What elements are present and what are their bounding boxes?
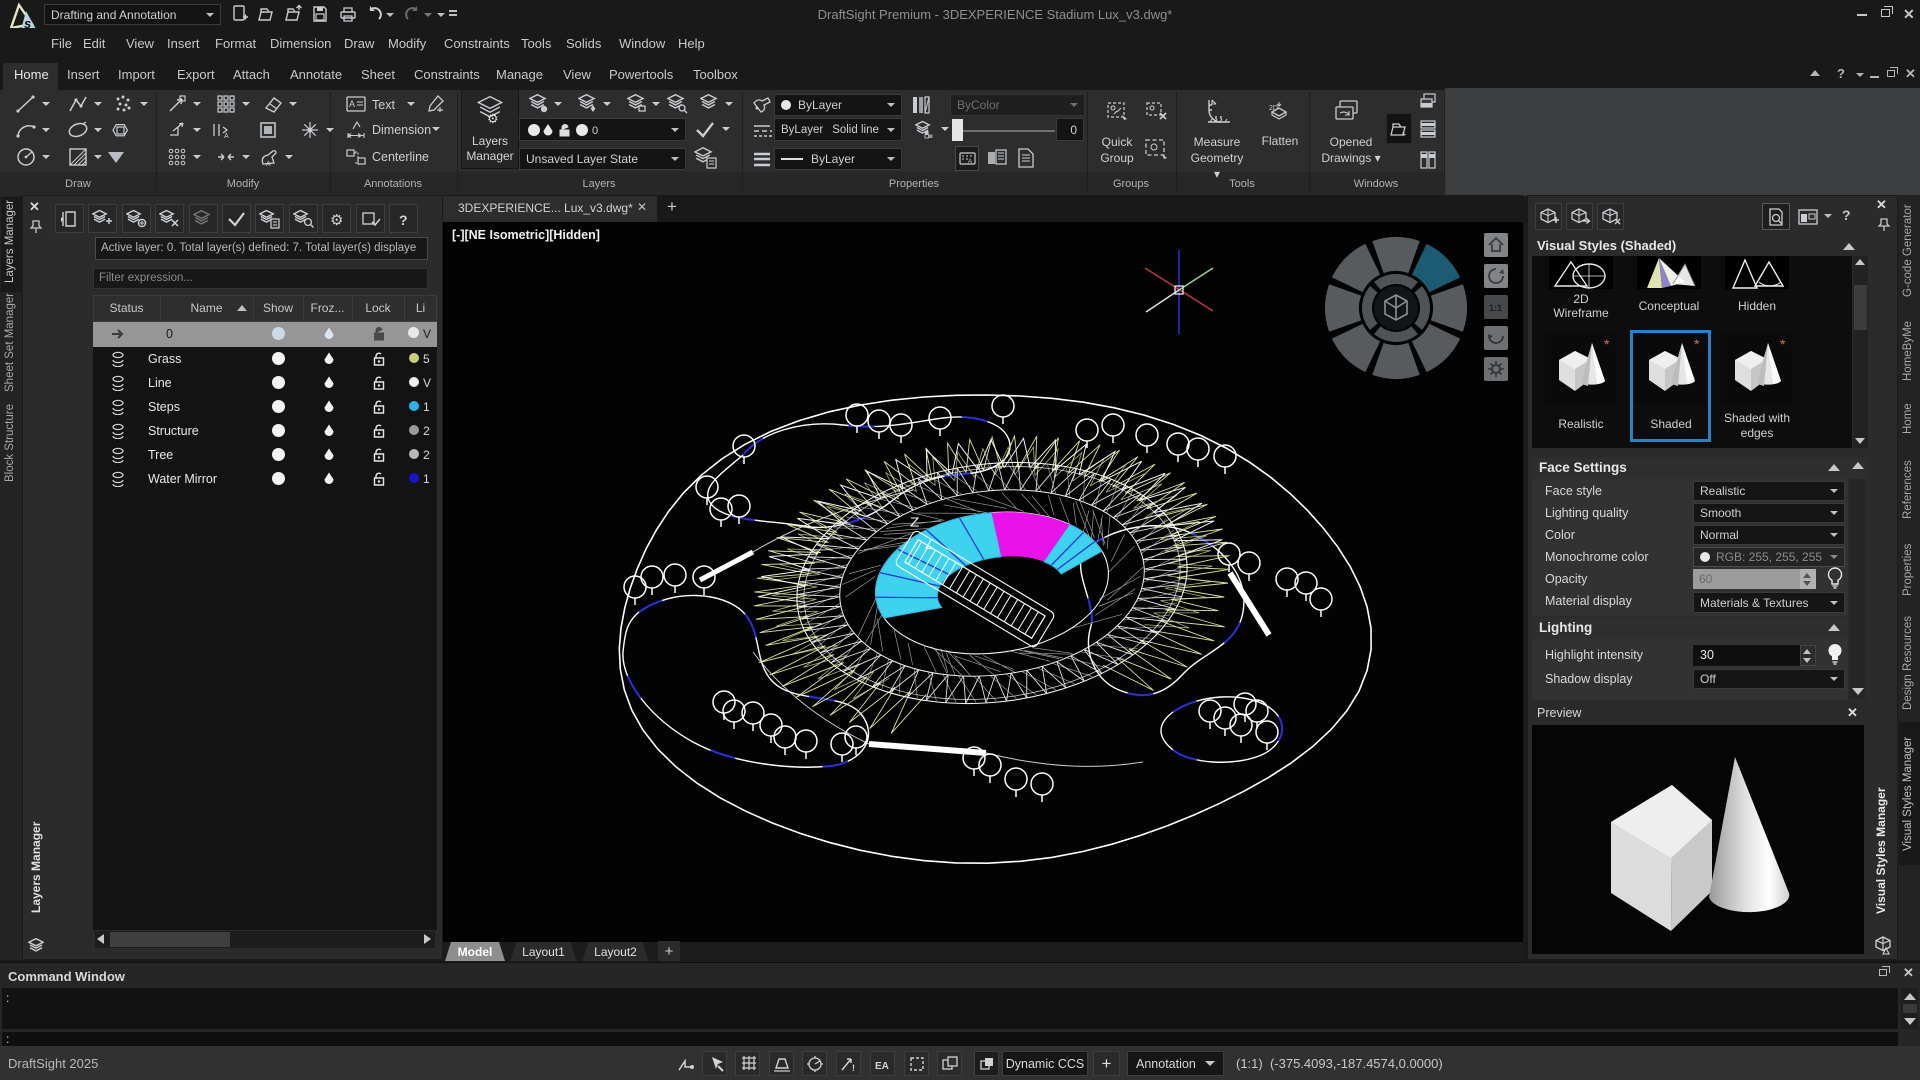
svg-text:2D: 2D	[1269, 105, 1278, 112]
svg-text:0: 0	[592, 125, 598, 137]
svg-text:*: *	[1780, 336, 1786, 352]
svg-text:*: *	[1694, 336, 1700, 352]
svg-text:?: ?	[399, 212, 408, 228]
svg-text:A: A	[266, 161, 271, 168]
svg-text:EA: EA	[875, 1061, 889, 1072]
svg-text:!: !	[852, 1063, 855, 1073]
svg-text:*: *	[1604, 336, 1610, 352]
svg-text:A: A	[349, 99, 355, 109]
svg-text:A: A	[224, 133, 229, 140]
svg-text:1:1: 1:1	[1489, 303, 1502, 313]
svg-text:⚙: ⚙	[330, 212, 343, 229]
svg-text:A: A	[968, 159, 972, 165]
